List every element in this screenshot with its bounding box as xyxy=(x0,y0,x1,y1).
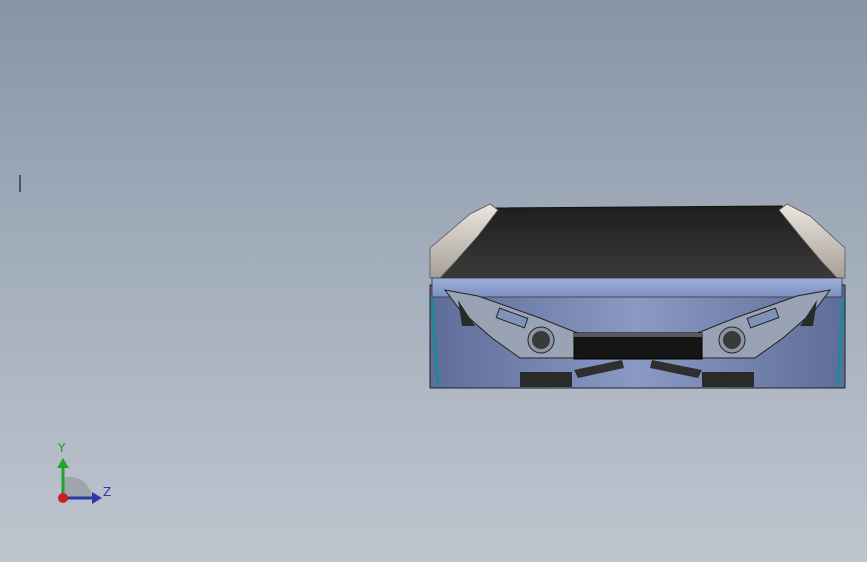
right-lower-intake xyxy=(702,372,754,387)
grille-highlight xyxy=(574,333,702,337)
left-lower-intake xyxy=(520,372,572,387)
z-axis-label: Z xyxy=(103,485,112,499)
view-orientation-triad: Y Z xyxy=(50,440,120,510)
right-fog-lamp-inner xyxy=(723,331,741,349)
hood-lower-band xyxy=(431,277,843,298)
graphics-viewport[interactable]: Y Z xyxy=(0,0,867,562)
y-axis-label: Y xyxy=(58,441,66,455)
left-fog-lamp-inner xyxy=(532,331,550,349)
car-hood xyxy=(431,205,843,279)
car-model[interactable] xyxy=(0,0,867,562)
